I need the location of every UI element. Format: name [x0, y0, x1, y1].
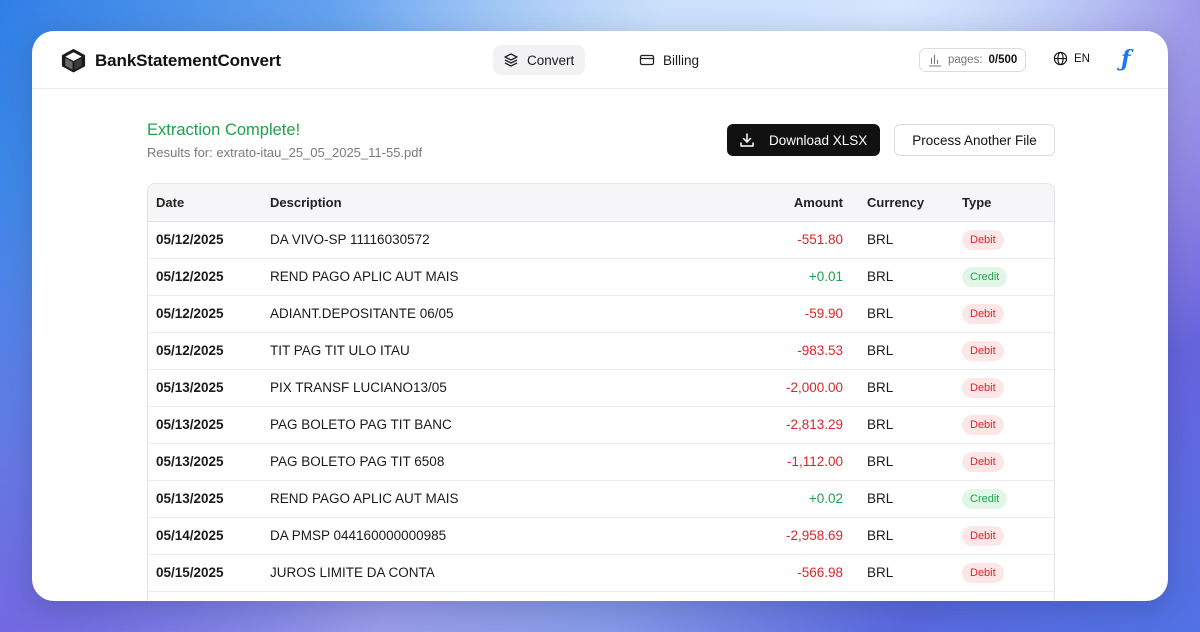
- table-row: 05/12/2025 DA VIVO-SP 11116030572 -551.8…: [148, 221, 1054, 259]
- download-xlsx-label: Download XLSX: [769, 132, 868, 148]
- table-row: 05/12/2025 ADIANT.DEPOSITANTE 06/05 -59.…: [148, 295, 1054, 333]
- pages-value: 0/500: [988, 54, 1018, 66]
- cell-description: DA VIVO-SP 11116030572: [262, 221, 712, 259]
- brand-name: BankStatementConvert: [95, 50, 281, 70]
- cell-currency: BRL: [859, 554, 954, 592]
- layers-icon: [504, 53, 518, 67]
- table-row: 05/14/2025 DA PMSP 044160000000985 -2,95…: [148, 517, 1054, 555]
- type-badge: Debit: [962, 525, 1004, 546]
- download-xlsx-button[interactable]: Download XLSX: [727, 124, 880, 156]
- cell-amount: -59.90: [712, 295, 859, 333]
- cell-currency: BRL: [859, 517, 954, 555]
- cube-logo-icon: [61, 48, 86, 73]
- type-badge: Debit: [962, 414, 1004, 435]
- facebook-icon[interactable]: ƒ: [1121, 46, 1130, 72]
- language-selector[interactable]: EN: [1053, 51, 1090, 66]
- cell-description: ADIANT.DEPOSITANTE 06/05: [262, 295, 712, 333]
- language-label: EN: [1074, 52, 1090, 65]
- table-row: 05/13/2025 PAG BOLETO PAG TIT 6508 -1,11…: [148, 443, 1054, 481]
- credit-card-icon: [639, 54, 655, 66]
- transactions-table-container[interactable]: Date Description Amount Currency Type 05…: [147, 183, 1055, 601]
- cell-description: TIT PAG TIT ULO ITAU: [262, 332, 712, 370]
- brand[interactable]: BankStatementConvert: [60, 47, 281, 74]
- cell-description: PIX TRANSF LUCIANO13/05: [262, 369, 712, 407]
- table-body: 05/12/2025 DA VIVO-SP 11116030572 -551.8…: [148, 221, 1054, 601]
- table-row: 05/12/2025 REND PAGO APLIC AUT MAIS +0.0…: [148, 258, 1054, 296]
- type-badge: Debit: [962, 303, 1004, 324]
- type-badge: Debit: [962, 377, 1004, 398]
- cell-amount: -566.98: [712, 554, 859, 592]
- cell-description: DA PMSP 044160000000985: [262, 517, 712, 555]
- download-icon: [740, 133, 754, 147]
- cell-date: 05/12/2025: [148, 221, 262, 259]
- cell-amount: -551.80: [712, 221, 859, 259]
- table-row-partial: [148, 591, 1054, 601]
- cell-description: JUROS LIMITE DA CONTA: [262, 554, 712, 592]
- pages-usage-badge[interactable]: pages: 0/500: [919, 48, 1027, 72]
- cell-currency: BRL: [859, 480, 954, 518]
- cell-amount: +0.01: [712, 258, 859, 296]
- table-row: 05/15/2025 JUROS LIMITE DA CONTA -566.98…: [148, 554, 1054, 592]
- nav-convert-button[interactable]: Convert: [493, 45, 585, 75]
- type-badge: Debit: [962, 451, 1004, 472]
- header-description: Description: [262, 184, 712, 222]
- bar-chart-icon: [929, 55, 941, 67]
- cell-amount: -1,112.00: [712, 443, 859, 481]
- cell-date: 05/12/2025: [148, 295, 262, 333]
- cell-description: REND PAGO APLIC AUT MAIS: [262, 480, 712, 518]
- cell-date: 05/14/2025: [148, 517, 262, 555]
- nav-billing-button[interactable]: Billing: [629, 45, 709, 75]
- top-navigation-bar: BankStatementConvert Convert Billing pag…: [32, 31, 1168, 89]
- cell-date: 05/15/2025: [148, 554, 262, 592]
- cell-date: 05/12/2025: [148, 332, 262, 370]
- cell-currency: BRL: [859, 369, 954, 407]
- cell-date: 05/12/2025: [148, 258, 262, 296]
- type-badge: Debit: [962, 229, 1004, 250]
- cell-amount: -2,958.69: [712, 517, 859, 555]
- globe-icon: [1053, 51, 1068, 66]
- cell-currency: BRL: [859, 406, 954, 444]
- table-header-row: Date Description Amount Currency Type: [148, 184, 1054, 222]
- cell-date: 05/13/2025: [148, 443, 262, 481]
- extraction-status-title: Extraction Complete!: [147, 121, 301, 139]
- header-amount: Amount: [712, 184, 859, 222]
- nav-convert-label: Convert: [527, 52, 575, 68]
- cell-description: PAG BOLETO PAG TIT 6508: [262, 443, 712, 481]
- cell-date: 05/13/2025: [148, 369, 262, 407]
- cell-description: REND PAGO APLIC AUT MAIS: [262, 258, 712, 296]
- cell-date: 05/13/2025: [148, 480, 262, 518]
- cell-currency: BRL: [859, 221, 954, 259]
- cell-currency: BRL: [859, 443, 954, 481]
- type-badge: Debit: [962, 562, 1004, 583]
- table-row: 05/12/2025 TIT PAG TIT ULO ITAU -983.53 …: [148, 332, 1054, 370]
- header-date: Date: [148, 184, 262, 222]
- pages-label: pages:: [948, 54, 983, 66]
- header-currency: Currency: [859, 184, 954, 222]
- transactions-table: Date Description Amount Currency Type 05…: [148, 184, 1054, 601]
- header-type: Type: [954, 184, 1054, 222]
- cell-amount: -2,813.29: [712, 406, 859, 444]
- cell-description: PAG BOLETO PAG TIT BANC: [262, 406, 712, 444]
- results-filename: Results for: extrato-itau_25_05_2025_11-…: [147, 145, 423, 160]
- process-another-file-button[interactable]: Process Another File: [894, 124, 1055, 156]
- table-row: 05/13/2025 REND PAGO APLIC AUT MAIS +0.0…: [148, 480, 1054, 518]
- cell-amount: +0.02: [712, 480, 859, 518]
- cell-amount: -2,000.00: [712, 369, 859, 407]
- app-window: BankStatementConvert Convert Billing pag…: [32, 31, 1168, 601]
- cell-currency: BRL: [859, 295, 954, 333]
- cell-date: 05/13/2025: [148, 406, 262, 444]
- table-row: 05/13/2025 PAG BOLETO PAG TIT BANC -2,81…: [148, 406, 1054, 444]
- type-badge: Credit: [962, 488, 1008, 509]
- nav-billing-label: Billing: [663, 52, 700, 68]
- table-row: 05/13/2025 PIX TRANSF LUCIANO13/05 -2,00…: [148, 369, 1054, 407]
- cell-amount: -983.53: [712, 332, 859, 370]
- type-badge: Debit: [962, 340, 1004, 361]
- cell-currency: BRL: [859, 258, 954, 296]
- cell-currency: BRL: [859, 332, 954, 370]
- type-badge: Credit: [962, 266, 1008, 287]
